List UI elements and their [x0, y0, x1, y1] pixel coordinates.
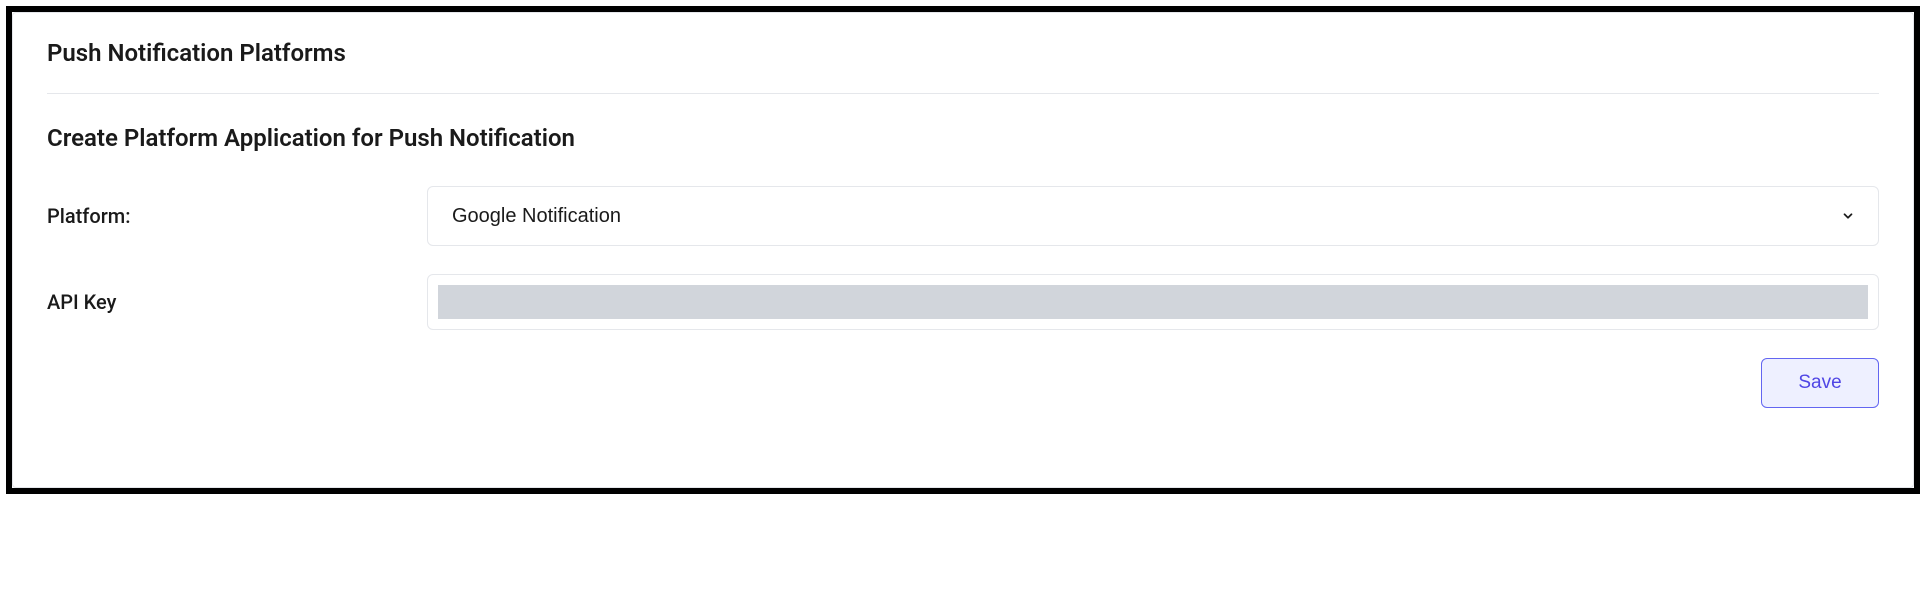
outer-border: Push Notification Platforms Create Platf… [6, 6, 1920, 494]
platform-select-wrapper: Google Notification [427, 186, 1879, 246]
platform-row: Platform: Google Notification [47, 186, 1879, 246]
api-key-label: API Key [47, 290, 427, 314]
api-key-input[interactable] [438, 285, 1868, 319]
subsection-title: Create Platform Application for Push Not… [47, 124, 1879, 152]
save-button[interactable]: Save [1761, 358, 1879, 408]
settings-panel: Push Notification Platforms Create Platf… [12, 12, 1914, 488]
platform-select[interactable]: Google Notification [427, 186, 1879, 246]
section-title: Push Notification Platforms [47, 39, 1879, 67]
platform-label: Platform: [47, 204, 427, 228]
api-key-row: API Key [47, 274, 1879, 330]
api-key-wrapper [427, 274, 1879, 330]
divider [47, 93, 1879, 94]
button-row: Save [47, 358, 1879, 408]
